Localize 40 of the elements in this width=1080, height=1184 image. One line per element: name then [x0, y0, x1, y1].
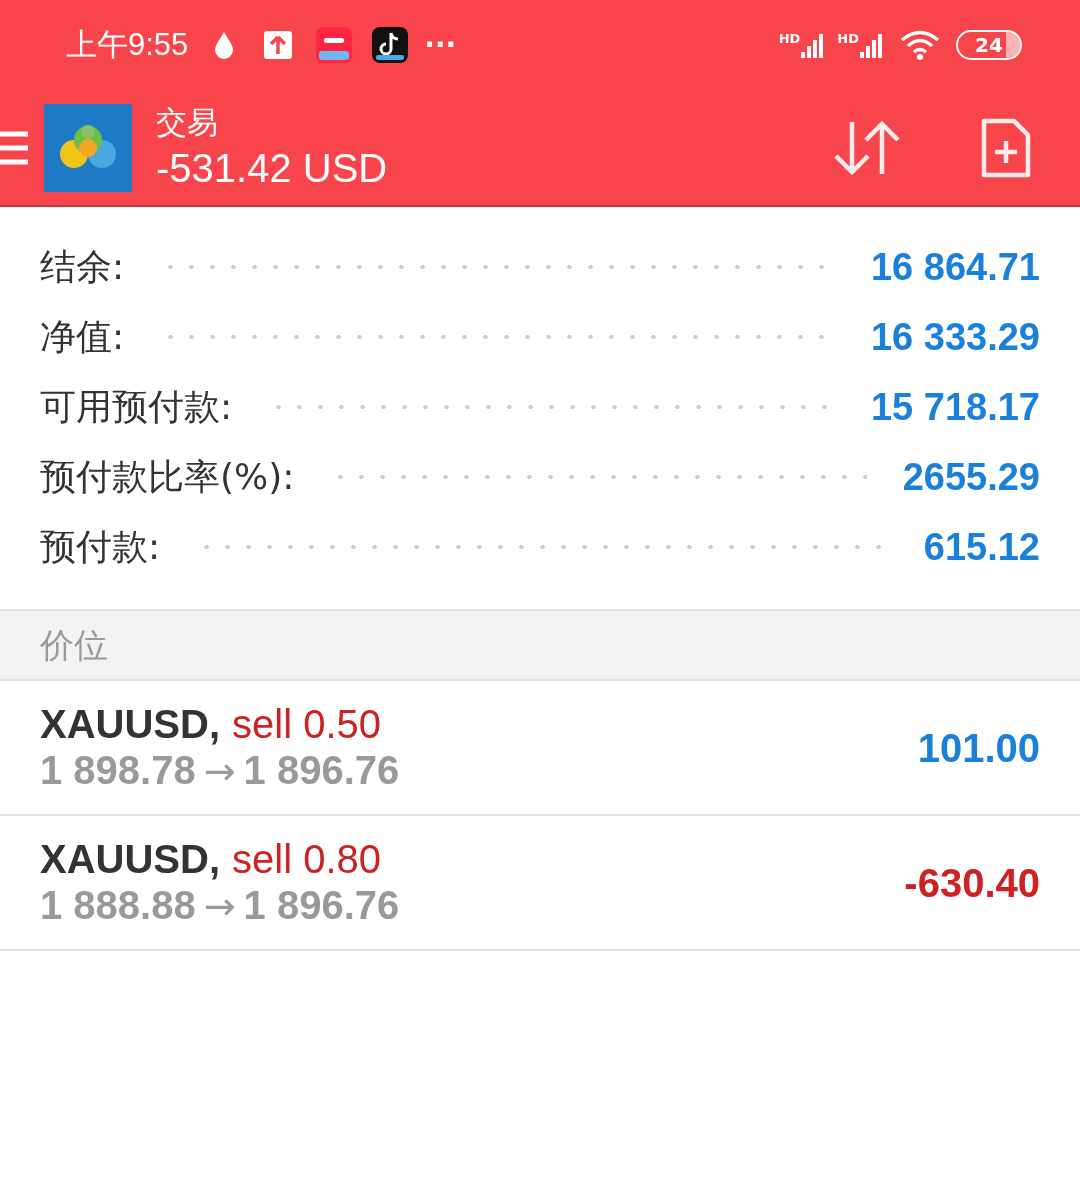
open-price: 1 898.78: [40, 747, 196, 793]
signal-icon: [860, 32, 884, 58]
order-type: sell 0.80: [232, 836, 381, 882]
wifi-icon: [900, 30, 940, 60]
arrow-glyph: →: [203, 883, 236, 929]
arrow-glyph: →: [203, 748, 236, 794]
open-price: 1 888.88: [40, 882, 196, 928]
upload-icon: [264, 31, 293, 59]
app-logo-icon: [44, 103, 132, 192]
current-price: 1 896.76: [243, 882, 400, 928]
position-profit: -630.40: [904, 859, 1040, 907]
profit-summary: -531.42 USD: [156, 144, 388, 192]
hd-label: HD: [837, 32, 859, 45]
account-value: 15 718.17: [870, 384, 1040, 430]
add-document-icon: [980, 116, 1032, 179]
page-title: 交易: [156, 102, 219, 142]
account-label: 预付款:: [40, 525, 161, 569]
symbol-label: XAUUSD,: [40, 836, 221, 882]
position-row[interactable]: XAUUSD, sell 0.80 1 888.88 → 1 896.76 -630.40: [0, 816, 1080, 951]
section-header: 价位: [40, 623, 108, 667]
current-price: 1 896.76: [243, 747, 400, 793]
signal-icon: [801, 32, 826, 58]
account-value: 16 864.71: [870, 244, 1040, 290]
symbol-label: XAUUSD,: [40, 701, 221, 747]
app-icon: [316, 27, 353, 63]
hd-label: HD: [778, 32, 801, 45]
position-profit: 101.00: [917, 724, 1040, 772]
account-label: 可用预付款:: [40, 385, 233, 429]
battery-level: 24: [975, 35, 1003, 55]
account-value: 615.12: [923, 524, 1040, 570]
more-notifications: ···: [424, 27, 457, 63]
status-time: 上午9:55: [66, 25, 189, 64]
account-label: 预付款比率(%):: [40, 455, 295, 499]
order-type: sell 0.50: [232, 701, 381, 747]
account-value: 2655.29: [902, 454, 1040, 500]
position-row[interactable]: XAUUSD, sell 0.50 1 898.78 → 1 896.76 101.00: [0, 681, 1080, 816]
account-label: 结余:: [40, 245, 125, 289]
account-label: 净值:: [40, 315, 125, 359]
account-value: 16 333.29: [870, 314, 1040, 360]
app-icon: [372, 27, 409, 63]
